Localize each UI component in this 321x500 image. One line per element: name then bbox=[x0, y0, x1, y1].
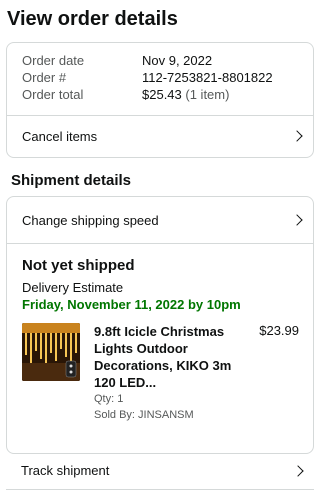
cancel-items-button[interactable]: Cancel items bbox=[7, 116, 313, 156]
product-price: $23.99 bbox=[259, 323, 299, 338]
chevron-right-icon bbox=[292, 464, 304, 477]
delivery-estimate-date: Friday, November 11, 2022 by 10pm bbox=[22, 297, 241, 312]
track-shipment-label: Track shipment bbox=[21, 463, 110, 478]
order-item-count: (1 item) bbox=[185, 87, 230, 102]
chevron-right-icon bbox=[291, 130, 303, 142]
order-summary-card: Order date Nov 9, 2022 Order # 112-72538… bbox=[6, 42, 314, 158]
product-image bbox=[22, 323, 80, 381]
order-number-value: 112-7253821-8801822 bbox=[142, 70, 273, 85]
product-thumbnail[interactable] bbox=[22, 323, 80, 381]
product-quantity: Qty: 1 bbox=[94, 393, 124, 405]
change-shipping-speed-button[interactable]: Change shipping speed bbox=[7, 199, 313, 241]
page-title: View order details bbox=[7, 8, 178, 30]
delivery-estimate-label: Delivery Estimate bbox=[22, 280, 124, 295]
product-sold-by: Sold By: JINSANSM bbox=[94, 409, 194, 421]
order-total-amount: $25.43 bbox=[142, 87, 182, 102]
shipment-card: Change shipping speed Not yet shipped De… bbox=[6, 196, 314, 454]
cancel-items-label: Cancel items bbox=[22, 128, 98, 144]
change-shipping-speed-label: Change shipping speed bbox=[22, 212, 159, 228]
order-date-value: Nov 9, 2022 bbox=[142, 53, 213, 68]
order-total-value: $25.43 (1 item) bbox=[142, 87, 229, 103]
product-title-link[interactable]: 9.8ft Icicle Christmas Lights Outdoor De… bbox=[94, 323, 244, 391]
shipment-section-title: Shipment details bbox=[11, 172, 132, 189]
order-number-label: Order # bbox=[22, 70, 67, 85]
order-date-label: Order date bbox=[22, 53, 85, 68]
order-total-label: Order total bbox=[22, 87, 84, 102]
divider bbox=[7, 243, 313, 244]
shipment-status: Not yet shipped bbox=[22, 257, 135, 274]
track-shipment-button[interactable]: Track shipment bbox=[6, 452, 314, 490]
chevron-right-icon bbox=[291, 214, 303, 226]
